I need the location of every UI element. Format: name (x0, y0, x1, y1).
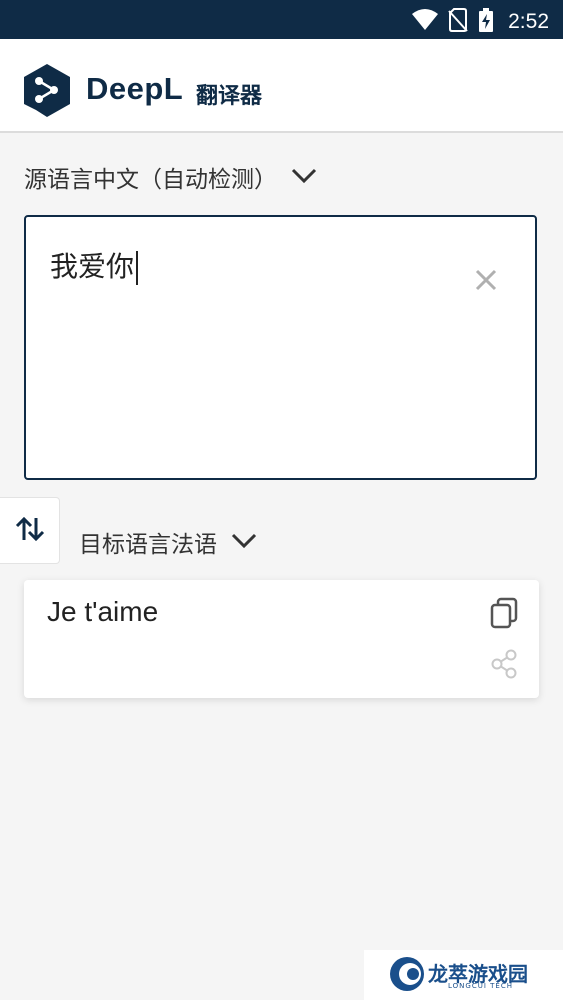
close-icon (475, 269, 497, 291)
target-language-label: 目标语言法语 (79, 532, 217, 558)
battery-charging-icon (478, 8, 494, 36)
copy-button[interactable] (489, 597, 519, 633)
brand-subtitle: 翻译器 (196, 84, 263, 109)
source-input-field[interactable]: 我爱你 (50, 245, 139, 285)
status-icons: 2:52 (412, 8, 549, 36)
watermark-sub: LONGCUI TECH (448, 982, 513, 990)
swap-arrows-icon (15, 516, 45, 546)
status-time: 2:52 (508, 10, 549, 33)
translation-output-card: Je t'aime (24, 580, 539, 698)
deepl-logo-icon (24, 64, 70, 124)
chevron-down-icon (291, 164, 317, 190)
wifi-icon (412, 9, 439, 35)
no-sim-icon (448, 8, 468, 36)
watermark: 龙萃游戏园 LONGCUI TECH (364, 950, 563, 1000)
source-text-input[interactable]: 我爱你 (24, 215, 537, 480)
translation-output-text: Je t'aime (47, 596, 159, 627)
target-language-selector[interactable]: 目标语言法语 (79, 525, 257, 559)
watermark-logo-icon (388, 954, 426, 998)
brand-name: DeepL (86, 71, 184, 106)
share-button[interactable] (489, 648, 519, 684)
status-bar: 2:52 (0, 0, 563, 39)
source-language-label: 源语言中文（自动检测） (24, 167, 277, 193)
clear-input-button[interactable] (475, 269, 497, 295)
chevron-down-icon (231, 529, 257, 555)
swap-languages-button[interactable] (0, 497, 60, 564)
source-language-selector[interactable]: 源语言中文（自动检测） (24, 160, 317, 194)
share-icon (491, 649, 517, 679)
text-cursor (136, 251, 139, 285)
source-input-text: 我爱你 (50, 250, 135, 283)
app-bar: DeepL 翻译器 (0, 39, 563, 133)
copy-icon (490, 597, 518, 629)
